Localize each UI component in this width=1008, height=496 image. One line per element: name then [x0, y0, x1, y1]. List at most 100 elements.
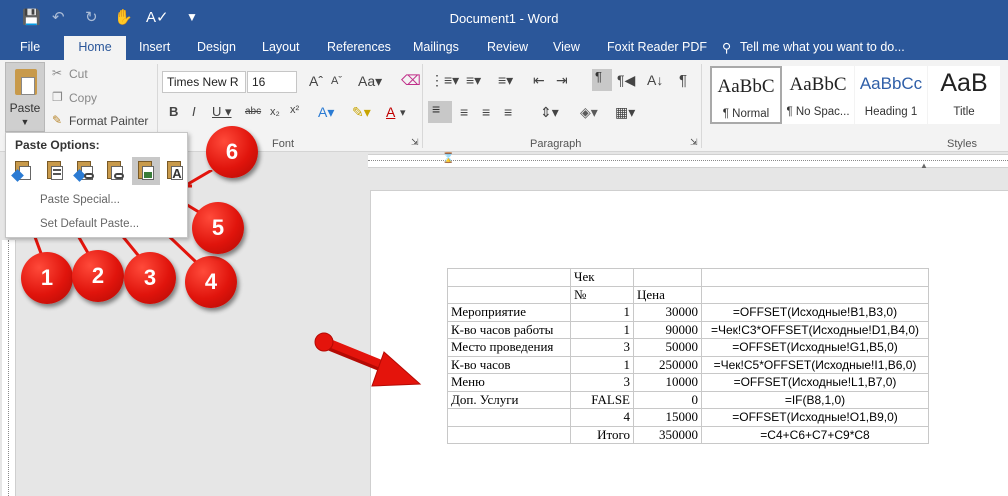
table-cell[interactable] — [447, 285, 571, 304]
table-cell[interactable] — [447, 268, 571, 287]
table-cell[interactable]: Место проведения — [447, 338, 571, 357]
table-cell[interactable]: 50000 — [633, 338, 702, 357]
ltr-button[interactable]: ¶ — [592, 69, 612, 91]
table-cell[interactable]: 10000 — [633, 373, 702, 392]
table-cell[interactable]: =IF(B8,1,0) — [701, 390, 929, 409]
strikethrough-icon[interactable]: abc — [245, 106, 261, 117]
tab-home[interactable]: Home — [64, 36, 126, 60]
bold-icon[interactable]: B — [169, 104, 178, 119]
table-cell[interactable]: Чек — [570, 268, 634, 287]
font-size-field[interactable]: 16 — [247, 71, 297, 93]
table-cell[interactable]: =Чек!C5*OFFSET(Исходные!I1,B6,0) — [701, 355, 929, 374]
table-cell[interactable]: 3 — [570, 373, 634, 392]
picture-paste-icon[interactable] — [132, 157, 160, 185]
link-keep-source-icon[interactable] — [73, 159, 96, 183]
table-cell[interactable] — [701, 268, 929, 287]
paste-button[interactable]: Paste ▼ — [5, 62, 45, 132]
style-no-spacing[interactable]: AaBbC ¶ No Spac... — [782, 66, 854, 124]
table-cell[interactable]: Доп. Услуги — [447, 390, 571, 409]
bullets-icon[interactable]: ⋮≡▾ — [430, 72, 459, 89]
chevron-down-icon[interactable]: ▾ — [400, 106, 406, 119]
tab-layout[interactable]: Layout — [262, 40, 300, 54]
table-cell[interactable]: 4 — [570, 408, 634, 427]
highlight-icon[interactable]: ✎▾ — [352, 104, 371, 121]
set-default-paste-item[interactable]: Set Default Paste... — [40, 218, 139, 230]
style-normal[interactable]: AaBbC ¶ Normal — [710, 66, 782, 124]
multilevel-list-icon[interactable]: ≡▾ — [498, 72, 513, 89]
tab-review[interactable]: Review — [487, 40, 528, 54]
change-case-icon[interactable]: Aa▾ — [358, 73, 382, 90]
table-cell[interactable]: =C4+C6+C7+C9*C8 — [701, 425, 929, 444]
table-cell[interactable]: Цена — [633, 285, 702, 304]
clear-format-icon[interactable]: ⌫ — [401, 72, 421, 89]
table-cell[interactable]: К-во часов — [447, 355, 571, 374]
tab-view[interactable]: View — [553, 40, 580, 54]
table-cell[interactable]: 1 — [570, 303, 634, 322]
table-cell[interactable]: =OFFSET(Исходные!B1,B3,0) — [701, 303, 929, 322]
table-cell[interactable] — [447, 425, 571, 444]
horizontal-ruler[interactable]: ⌛ ▲ — [368, 153, 1008, 170]
show-marks-icon[interactable]: ¶ — [679, 72, 687, 89]
table-cell[interactable]: 90000 — [633, 320, 702, 339]
table-cell[interactable]: № — [570, 285, 634, 304]
tab-insert[interactable]: Insert — [139, 40, 170, 54]
align-left-button[interactable]: ≡ — [428, 101, 452, 123]
keep-text-only-icon[interactable]: A — [164, 159, 186, 183]
table-cell[interactable]: Меню — [447, 373, 571, 392]
paste-special-item[interactable]: Paste Special... — [40, 194, 120, 206]
table-cell[interactable]: 15000 — [633, 408, 702, 427]
table-cell[interactable] — [633, 268, 702, 287]
underline-icon[interactable]: U ▾ — [212, 104, 232, 120]
keep-source-formatting-icon[interactable] — [11, 159, 34, 183]
table-cell[interactable] — [701, 285, 929, 304]
superscript-icon[interactable]: x² — [290, 104, 299, 116]
tab-file[interactable]: File — [20, 40, 40, 54]
text-effects-icon[interactable]: A▾ — [318, 104, 334, 121]
document-table[interactable]: Чек № Цена Мероприятие 1 30000 =OFFSET(Исходны… — [447, 268, 929, 444]
table-cell[interactable]: 30000 — [633, 303, 702, 322]
borders-icon[interactable]: ▦▾ — [615, 104, 635, 121]
table-cell[interactable]: 350000 — [633, 425, 702, 444]
table-cell[interactable]: =OFFSET(Исходные!L1,B7,0) — [701, 373, 929, 392]
sort-icon[interactable]: A↓ — [647, 72, 663, 88]
subscript-icon[interactable]: x₂ — [270, 106, 280, 118]
right-indent-icon[interactable]: ▲ — [920, 161, 928, 170]
line-spacing-icon[interactable]: ⇕▾ — [540, 104, 559, 121]
font-color-icon[interactable]: A — [386, 104, 395, 120]
numbering-icon[interactable]: ≡▾ — [466, 72, 481, 89]
table-cell[interactable]: =OFFSET(Исходные!O1,B9,0) — [701, 408, 929, 427]
increase-indent-icon[interactable]: ⇥ — [556, 72, 568, 89]
tab-references[interactable]: References — [327, 40, 391, 54]
table-cell[interactable]: FALSE — [570, 390, 634, 409]
table-cell[interactable] — [447, 408, 571, 427]
dialog-launcher-icon[interactable]: ⇲ — [690, 137, 698, 148]
justify-icon[interactable]: ≡ — [504, 104, 512, 120]
table-cell[interactable]: 0 — [633, 390, 702, 409]
indent-marker-icon[interactable]: ⌛ — [442, 153, 454, 169]
merge-formatting-icon[interactable] — [44, 159, 66, 183]
format-painter-button[interactable]: Format Painter — [69, 114, 148, 128]
tell-me-box[interactable]: Tell me what you want to do... — [740, 40, 905, 54]
table-cell[interactable]: 1 — [570, 355, 634, 374]
cut-button[interactable]: Cut — [69, 67, 88, 81]
table-cell[interactable]: К-во часов работы — [447, 320, 571, 339]
copy-button[interactable]: Copy — [69, 91, 97, 105]
align-center-icon[interactable]: ≡ — [460, 104, 468, 120]
table-cell[interactable]: Мероприятие — [447, 303, 571, 322]
decrease-indent-icon[interactable]: ⇤ — [533, 72, 545, 89]
tab-design[interactable]: Design — [197, 40, 236, 54]
style-title[interactable]: AaB Title — [928, 66, 1000, 124]
dialog-launcher-icon[interactable]: ⇲ — [411, 137, 419, 148]
style-heading-1[interactable]: AaBbCc Heading 1 — [855, 66, 927, 124]
shading-icon[interactable]: ◈▾ — [580, 104, 598, 121]
rtl-icon[interactable]: ¶◀ — [617, 72, 635, 89]
table-cell[interactable]: =OFFSET(Исходные!G1,B5,0) — [701, 338, 929, 357]
link-merge-icon[interactable] — [104, 159, 126, 183]
table-cell[interactable]: 3 — [570, 338, 634, 357]
shrink-font-icon[interactable]: Aˇ — [331, 75, 342, 87]
table-cell[interactable]: =Чек!C3*OFFSET(Исходные!D1,B4,0) — [701, 320, 929, 339]
table-cell[interactable]: 1 — [570, 320, 634, 339]
font-name-field[interactable]: Times New R — [162, 71, 246, 93]
tab-foxit[interactable]: Foxit Reader PDF — [607, 40, 707, 54]
align-right-icon[interactable]: ≡ — [482, 104, 490, 120]
